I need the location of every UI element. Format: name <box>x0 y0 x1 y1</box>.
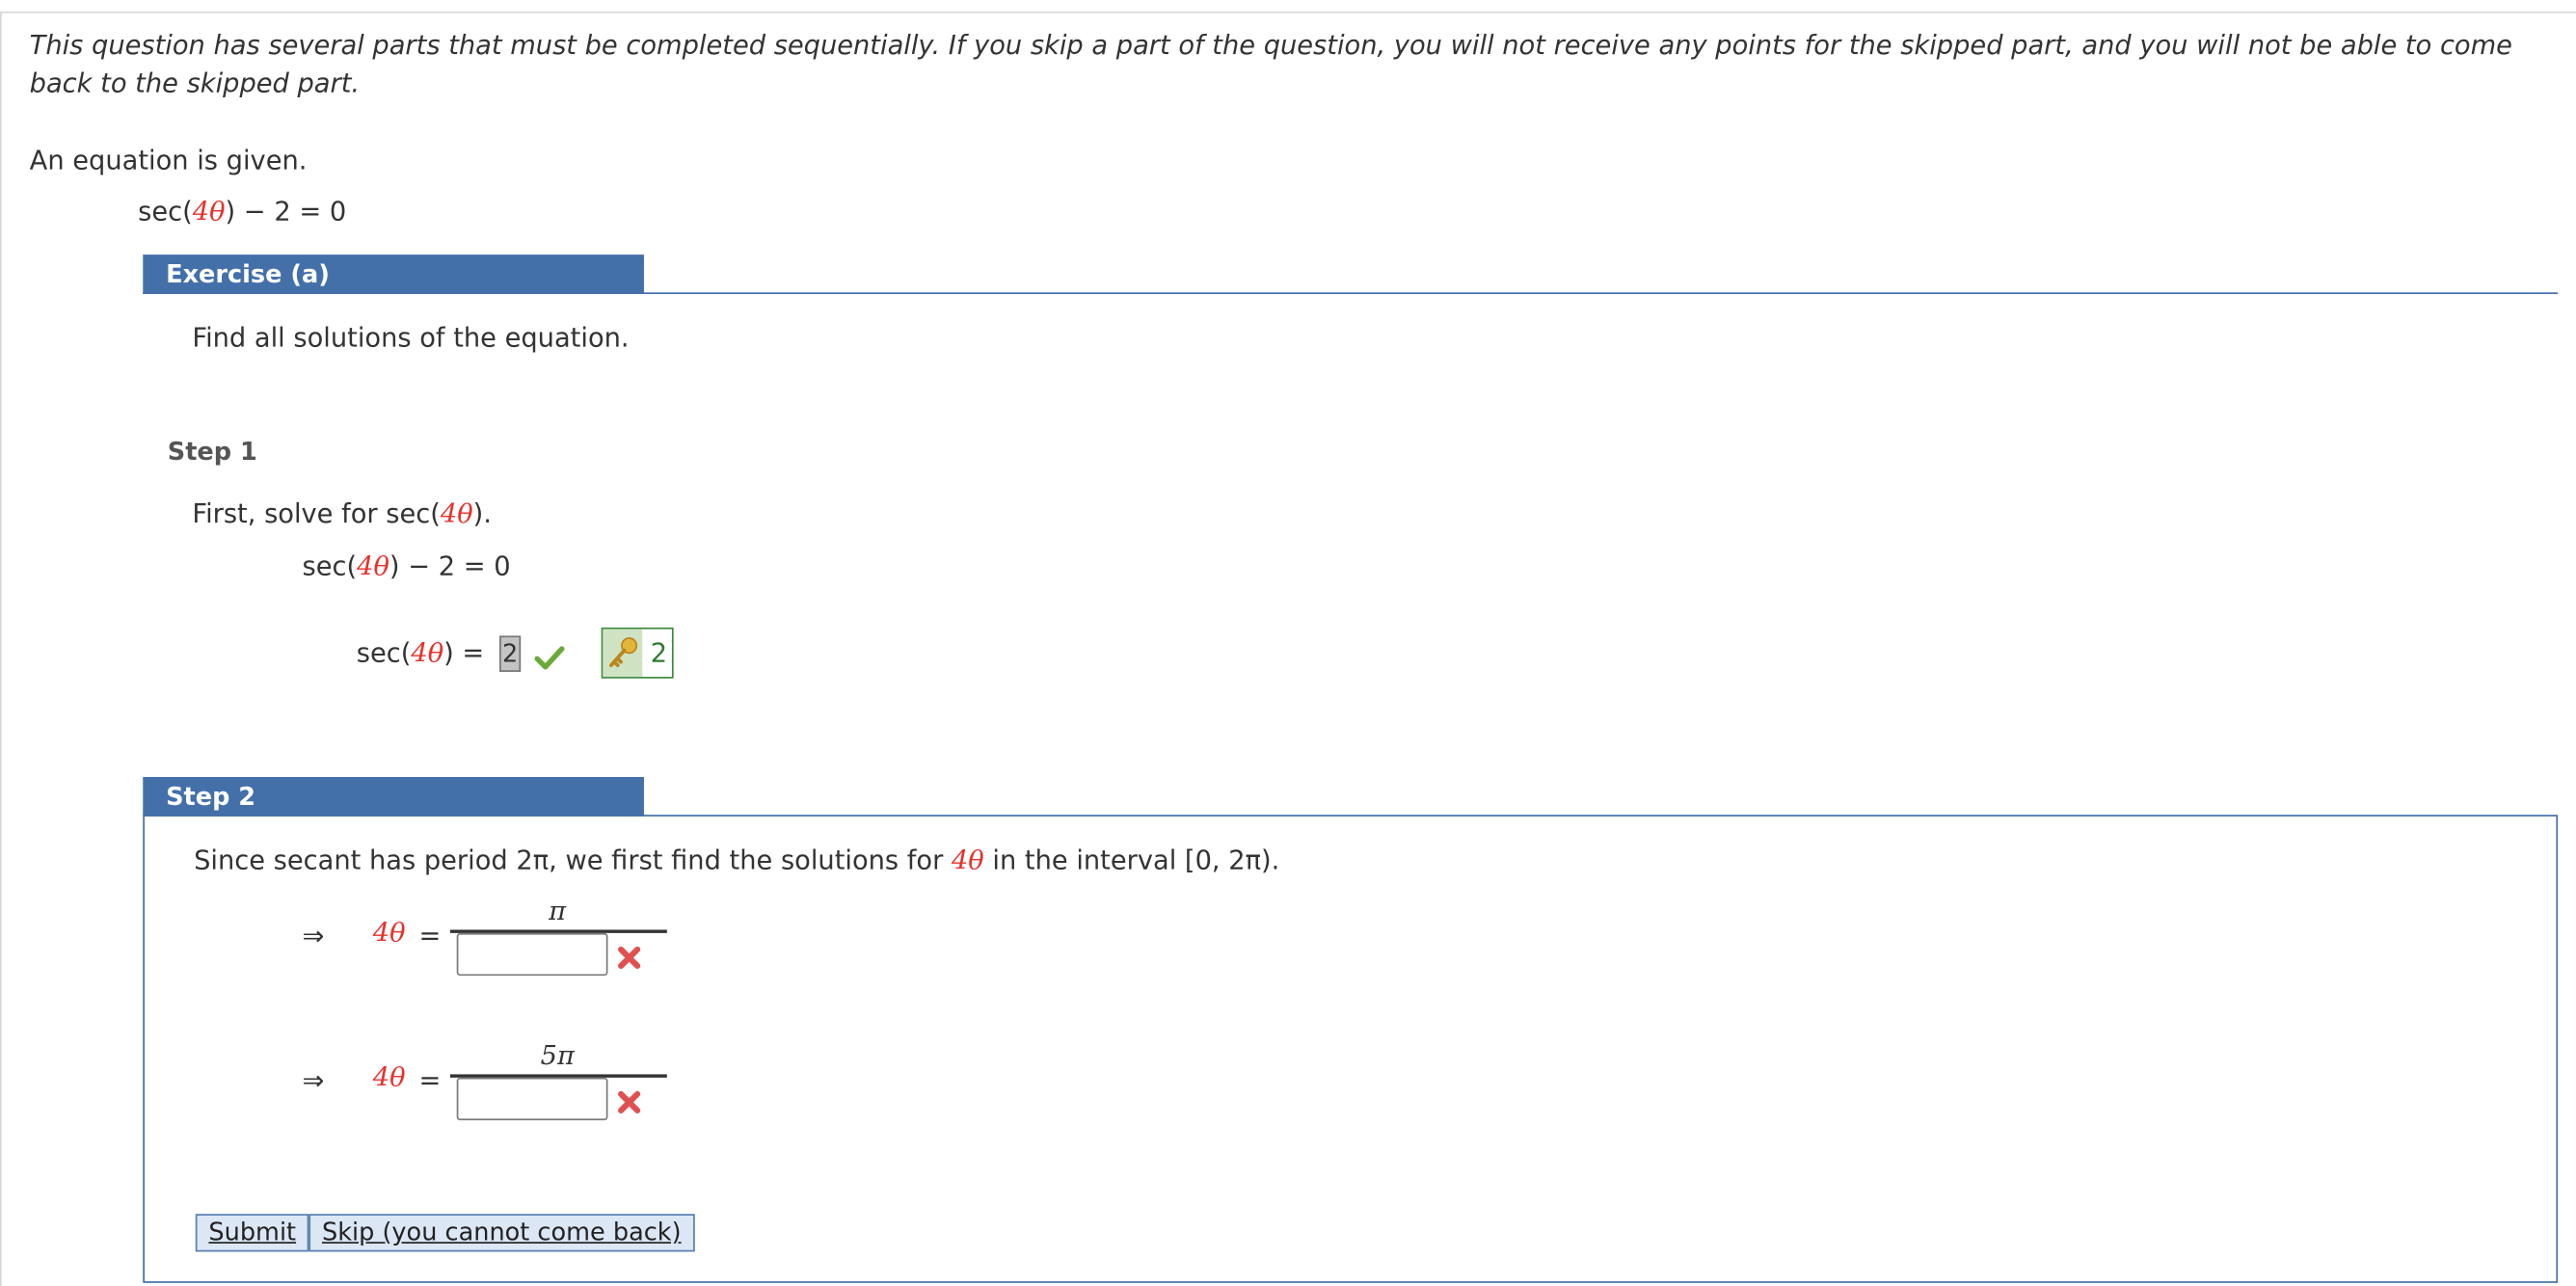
step2-text: Since secant has period 2π, we first fin… <box>194 844 1280 876</box>
answer-key-button[interactable]: 2 <box>601 627 674 679</box>
submit-button[interactable]: Submit <box>195 1214 309 1252</box>
row2-denominator-input[interactable] <box>456 1077 608 1121</box>
row2-fraction-bar <box>449 1074 667 1077</box>
key-icon <box>603 629 643 678</box>
step1-answer-field[interactable]: 2 <box>499 635 522 672</box>
row2-numerator: 5π <box>540 1039 575 1072</box>
row2-equals: = <box>418 1064 442 1096</box>
exercise-rule <box>143 292 2559 295</box>
row2-lhs: 4θ <box>372 1060 406 1093</box>
given-label: An equation is given. <box>29 144 308 176</box>
page-frame-top <box>0 11 2576 13</box>
step1-equation: sec(4θ) − 2 = 0 <box>302 549 511 582</box>
implies-arrow: ⇒ <box>302 920 325 951</box>
exercise-prompt: Find all solutions of the equation. <box>192 321 630 354</box>
cross-icon <box>618 1090 641 1113</box>
step2-header: Step 2 <box>143 776 644 817</box>
page-frame-left <box>0 11 2 1286</box>
step1-answer-lhs: sec(4θ) = <box>356 637 485 669</box>
step1-instruction: First, solve for sec(4θ). <box>192 497 492 529</box>
implies-arrow: ⇒ <box>302 1064 325 1096</box>
row1-equals: = <box>418 920 442 951</box>
check-icon <box>534 646 565 670</box>
exercise-header: Exercise (a) <box>143 255 644 295</box>
step1-label: Step 1 <box>167 437 257 467</box>
key-value: 2 <box>650 637 668 669</box>
step2-panel <box>143 815 2559 1283</box>
given-equation: sec(4θ) − 2 = 0 <box>138 195 347 228</box>
cross-icon <box>618 946 641 970</box>
intro-text: This question has several parts that mus… <box>29 29 2512 99</box>
row1-lhs: 4θ <box>372 916 406 949</box>
row1-denominator-input[interactable] <box>456 932 608 977</box>
row1-fraction-bar <box>449 929 667 933</box>
skip-button[interactable]: Skip (you cannot come back) <box>309 1214 695 1252</box>
row1-numerator: π <box>549 895 567 927</box>
